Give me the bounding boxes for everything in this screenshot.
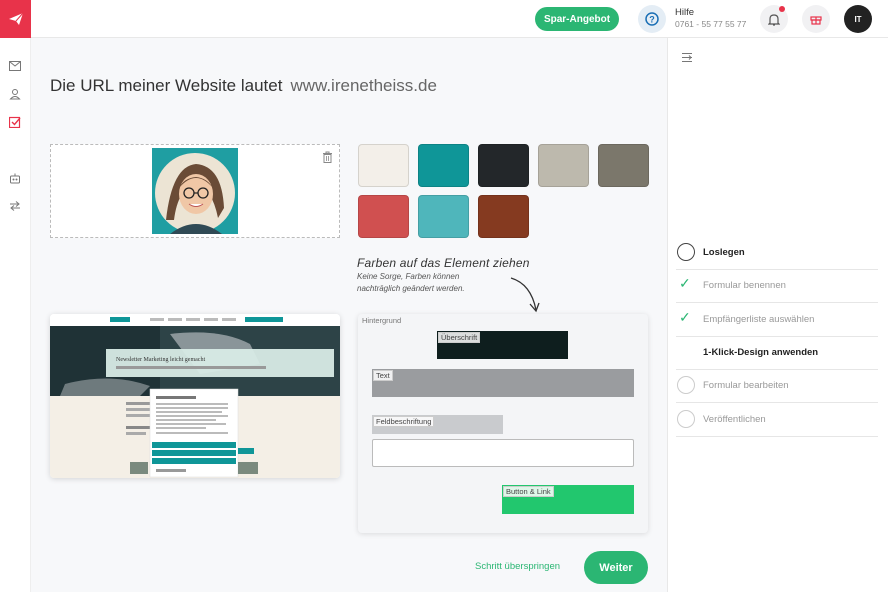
color-swatch[interactable]	[538, 144, 589, 187]
user-avatar[interactable]: IT	[844, 5, 872, 33]
title-text: Die URL meiner Website lautet	[50, 76, 283, 95]
color-swatch[interactable]	[478, 144, 529, 187]
top-bar: Spar-Angebot ? Hilfe 0761 - 55 77 55 77 …	[0, 0, 888, 38]
step-circle-icon	[677, 376, 695, 394]
color-swatch[interactable]	[418, 144, 469, 187]
bell-icon	[768, 13, 780, 26]
color-swatch[interactable]	[358, 195, 409, 238]
text-tag: Text	[373, 370, 393, 381]
help-phone: 0761 - 55 77 55 77	[675, 19, 747, 29]
step-label: Empfängerliste auswählen	[703, 314, 815, 325]
question-icon: ?	[645, 12, 659, 26]
step-label: Formular bearbeiten	[703, 380, 789, 391]
hint-subtitle-line-1: Keine Sorge, Farben können	[357, 272, 460, 281]
website-url: www.irenetheiss.de	[290, 76, 437, 95]
background-label: Hintergrund	[362, 316, 402, 325]
left-nav	[0, 38, 31, 592]
curved-arrow-icon	[510, 277, 540, 313]
button-tag: Button & Link	[503, 486, 554, 497]
button-drop-target[interactable]: Button & Link	[502, 485, 634, 514]
svg-text:?: ?	[649, 15, 655, 25]
profile-photo	[152, 148, 238, 234]
hint-subtitle-line-2: nachträglich geändert werden.	[357, 284, 465, 293]
app-logo[interactable]	[0, 0, 31, 38]
contacts-icon[interactable]	[8, 87, 22, 101]
check-icon: ✓	[679, 275, 691, 291]
gift-icon	[810, 16, 822, 25]
main-content: Die URL meiner Website lautet www.ireneth…	[31, 38, 667, 592]
step-item[interactable]: ✓ Formular benennen	[676, 270, 878, 303]
page-title: Die URL meiner Website lautet www.ireneth…	[50, 76, 437, 96]
step-item[interactable]: Formular bearbeiten	[676, 370, 878, 403]
preview-banner-text: Newsletter Marketing leicht gemacht	[116, 357, 205, 363]
input-drop-target[interactable]	[372, 439, 634, 467]
skip-step-link[interactable]: Schritt überspringen	[475, 561, 560, 572]
help-button[interactable]: ?	[638, 5, 666, 33]
color-swatch[interactable]	[358, 144, 409, 187]
color-swatch[interactable]	[418, 195, 469, 238]
field-label-drop-target[interactable]: Feldbeschriftung	[372, 415, 503, 434]
step-item[interactable]: Veröffentlichen	[676, 404, 878, 437]
step-item[interactable]: Loslegen	[676, 237, 878, 270]
automation-icon[interactable]	[8, 171, 22, 185]
spar-angebot-button[interactable]: Spar-Angebot	[535, 7, 619, 31]
gift-button[interactable]	[802, 5, 830, 33]
heading-tag: Überschrift	[438, 332, 481, 343]
logo-dropzone[interactable]	[50, 144, 340, 238]
form-style-preview[interactable]: Hintergrund Überschrift Text Feldbeschri…	[358, 314, 648, 533]
step-label: Loslegen	[703, 247, 745, 258]
color-swatch[interactable]	[478, 195, 529, 238]
collapse-panel-icon[interactable]	[681, 52, 693, 63]
step-item[interactable]: ✓ Empfängerliste auswählen	[676, 304, 878, 337]
help-label: Hilfe	[675, 7, 695, 18]
next-button[interactable]: Weiter	[584, 551, 648, 584]
mail-icon[interactable]	[8, 59, 22, 73]
step-circle-icon	[677, 410, 695, 428]
hint-title: Farben auf das Element ziehen	[357, 256, 530, 270]
step-circle-icon	[677, 243, 695, 261]
field-label-tag: Feldbeschriftung	[373, 416, 435, 427]
check-icon: ✓	[679, 309, 691, 325]
step-label: 1-Klick-Design anwenden	[703, 347, 819, 358]
notification-dot	[779, 6, 785, 12]
step-item[interactable]: 1-Klick-Design anwenden	[676, 337, 878, 370]
website-preview: Newsletter Marketing leicht gemacht	[50, 314, 340, 478]
forms-icon[interactable]	[8, 115, 22, 129]
color-swatch[interactable]	[598, 144, 649, 187]
trash-icon[interactable]	[322, 150, 333, 168]
steps-panel: Loslegen ✓ Formular benennen ✓ Empfängerlist…	[667, 38, 888, 592]
website-preview-image: Newsletter Marketing leicht gemacht	[50, 314, 340, 478]
step-label: Formular benennen	[703, 280, 786, 291]
step-label: Veröffentlichen	[703, 414, 766, 425]
paper-plane-icon	[8, 12, 23, 25]
swap-icon[interactable]	[8, 199, 22, 213]
text-drop-target[interactable]: Text	[372, 369, 634, 397]
heading-drop-target[interactable]: Überschrift	[437, 331, 568, 359]
